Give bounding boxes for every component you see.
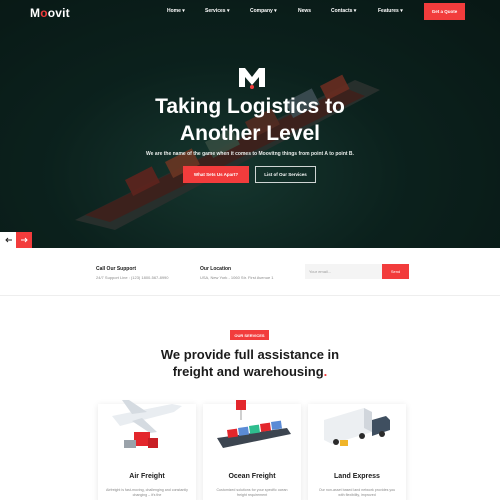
services-title: We provide full assistance in freight an… [160,347,340,379]
card-desc: Our non-asset based land network provide… [318,488,396,497]
arrow-right-icon [20,237,28,243]
contact-strip: Call Our Support 24/7 Support Line : (12… [0,248,500,296]
slider-next-button[interactable] [16,232,32,248]
service-card-air-freight[interactable]: Air Freight Airfreight is fast-moving, c… [98,400,196,500]
site-logo[interactable]: Moovit [30,6,70,20]
nav-item-home[interactable]: Home ▾ [167,8,185,14]
nav-item-contacts[interactable]: Contacts ▾ [331,8,356,14]
arrow-left-icon [4,237,12,243]
card-title: Air Freight [129,473,165,480]
nav-item-services[interactable]: Services ▾ [205,8,229,14]
location-text: USA, New York - 1060 Str. First Avenue 1 [200,275,274,280]
hero-title: Taking Logistics to Another Level [155,95,345,145]
support-text: 24/7 Support Line : (123) 1800-567-8990 [96,275,169,280]
card-desc: Airfreight is fast-moving, challenging a… [106,488,188,497]
location-title: Our Location [200,266,232,272]
chevron-down-icon: ▾ [182,8,185,14]
email-field[interactable]: Your email... [305,264,382,279]
chevron-down-icon: ▾ [274,8,277,14]
support-title: Call Our Support [96,266,136,272]
nav-item-features[interactable]: Features ▾ [378,8,403,14]
top-navbar: Moovit Home ▾ Services ▾ Company ▾ News … [0,0,500,24]
services-badge: OUR SERVICES [230,330,269,340]
chevron-down-icon: ▾ [353,8,357,14]
card-desc: Customized solutions for your specific o… [216,488,288,497]
container-ship-illustration [217,400,291,448]
chevron-down-icon: ▾ [400,8,403,14]
truck-illustration [324,408,390,446]
slider-prev-button[interactable] [0,232,16,248]
send-button[interactable]: Send [382,264,409,279]
card-title: Land Express [334,473,380,480]
service-card-ocean-freight[interactable]: Ocean Freight Customized solutions for y… [203,400,301,500]
list-of-services-button[interactable]: List of Our Services [255,166,316,183]
service-card-land-express[interactable]: Land Express Our non-asset based land ne… [308,404,406,500]
what-sets-us-apart-button[interactable]: What Sets Us Apart? [183,166,249,183]
nav-item-news[interactable]: News [298,8,311,14]
card-title: Ocean Freight [228,473,276,480]
nav-item-company[interactable]: Company ▾ [250,8,277,14]
hero-subtitle: We are the name of the game when it come… [146,151,354,157]
airplane-illustration [112,400,182,448]
chevron-down-icon: ▾ [226,8,230,14]
m-logo-icon [239,68,265,89]
get-quote-button[interactable]: Get a Quote [424,3,465,20]
